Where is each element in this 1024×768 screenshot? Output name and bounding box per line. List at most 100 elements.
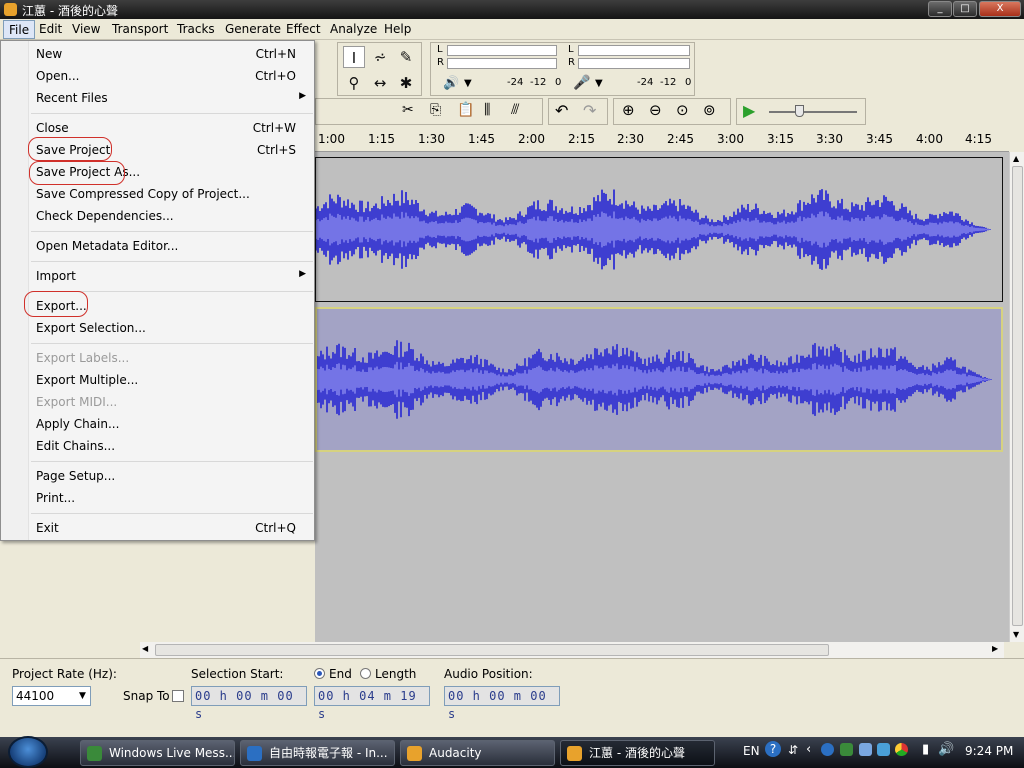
fit-selection-icon[interactable]: ⊙ [676,101,689,119]
play-meter-dropdown-icon[interactable]: ▼ [464,78,472,89]
menu-file[interactable]: File [3,20,36,39]
play-meter-right[interactable] [447,58,557,69]
menu-new[interactable]: New Ctrl+N [36,47,296,61]
timeline-ruler[interactable]: 1:00 1:15 1:30 1:45 2:00 2:15 2:30 2:45 … [315,126,1009,152]
selection-start-field[interactable]: 00 h 00 m 00 s [191,686,307,721]
menu-print[interactable]: Print... [36,491,75,505]
menu-view[interactable]: View [67,20,105,39]
envelope-tool-icon[interactable]: ⩫ [369,46,391,68]
menu-transport[interactable]: Transport [107,20,173,39]
menu-analyze[interactable]: Analyze [325,20,382,39]
tray-toggle-icon[interactable]: ⇵ [788,743,798,757]
rec-scale-0: 0 [685,77,692,88]
menu-recent-files[interactable]: Recent Files ▶ [36,91,306,105]
audio-track-right[interactable] [315,307,1003,452]
menu-export-multiple[interactable]: Export Multiple... [36,373,138,387]
menu-generate[interactable]: Generate [220,20,286,39]
clock[interactable]: 9:24 PM [965,744,1013,758]
paste-icon[interactable]: 📋 [457,102,474,118]
battery-icon[interactable]: ▮ [922,742,929,757]
horizontal-scroll-thumb[interactable] [155,644,829,656]
cut-icon[interactable]: ✂ [402,102,414,118]
project-rate-select[interactable]: 44100 ▼ [12,686,91,706]
end-radio-group: End [314,667,352,681]
ruler-tick: 3:15 [767,132,794,146]
maximize-button[interactable]: □ [953,1,977,17]
play-meter-left[interactable] [447,45,557,56]
display-icon[interactable] [877,743,890,756]
menu-import[interactable]: Import ▶ [36,269,306,283]
menu-open[interactable]: Open... Ctrl+O [36,69,296,83]
taskbar-item-audacity[interactable]: Audacity [400,740,555,766]
menu-save-compressed-copy[interactable]: Save Compressed Copy of Project... [36,187,250,201]
scroll-down-icon[interactable]: ▼ [1013,630,1019,639]
taskbar-item-project[interactable]: 江蕙 - 酒後的心聲 [560,740,715,766]
undo-icon[interactable]: ↶ [555,101,568,120]
selection-end-field[interactable]: 00 h 04 m 19 s [314,686,430,721]
menu-open-metadata-editor[interactable]: Open Metadata Editor... [36,239,178,253]
network-icon[interactable] [859,743,872,756]
end-radio[interactable] [314,668,325,679]
microphone-icon[interactable]: 🎤 [573,75,590,91]
length-radio[interactable] [360,668,371,679]
taskbar-item-browser[interactable]: 自由時報電子報 - In... [240,740,395,766]
chevron-down-icon[interactable]: ▼ [79,691,86,701]
snap-to-checkbox[interactable] [172,690,184,702]
menu-effect[interactable]: Effect [281,20,326,39]
menu-page-setup[interactable]: Page Setup... [36,469,115,483]
internet-explorer-icon [247,746,262,761]
play-at-speed-icon[interactable]: ▶ [743,101,755,120]
volume-icon[interactable]: 🔊 [938,742,954,757]
speed-slider-track[interactable] [769,111,857,113]
zoom-tool-icon[interactable]: ⚲ [343,72,365,94]
scroll-right-icon[interactable]: ▶ [992,644,998,653]
selection-start-label: Selection Start: [191,667,284,681]
chrome-icon[interactable] [895,743,908,756]
language-indicator[interactable]: EN [743,744,760,758]
tray-app-icon[interactable] [821,743,834,756]
tray-expand-icon[interactable]: ‹ [806,742,811,757]
messenger-tray-icon[interactable] [840,743,853,756]
rec-scale-24: -24 [637,77,654,88]
trim-icon[interactable]: ⫼ [484,102,490,118]
vertical-scroll-thumb[interactable] [1012,166,1023,626]
silence-icon[interactable]: ⫻ [511,102,519,118]
audio-position-field[interactable]: 00 h 00 m 00 s [444,686,560,721]
vertical-scrollbar[interactable]: ▲ ▼ [1009,152,1024,642]
fit-project-icon[interactable]: ⊚ [703,101,716,119]
speaker-icon[interactable]: 🔊 [443,76,459,91]
scroll-up-icon[interactable]: ▲ [1013,154,1019,163]
audio-track-left[interactable] [315,157,1003,302]
menu-tracks[interactable]: Tracks [172,20,220,39]
minimize-button[interactable]: _ [928,1,952,17]
redo-icon[interactable]: ↷ [583,101,596,120]
zoom-out-icon[interactable]: ⊖ [649,101,662,119]
menu-exit[interactable]: Exit Ctrl+Q [36,521,296,535]
menu-help[interactable]: Help [379,20,416,39]
menu-apply-chain[interactable]: Apply Chain... [36,417,119,431]
menu-close[interactable]: Close Ctrl+W [36,121,296,135]
zoom-in-icon[interactable]: ⊕ [622,101,635,119]
start-button[interactable] [8,736,48,768]
taskbar-item-messenger[interactable]: Windows Live Mess... [80,740,235,766]
scroll-left-icon[interactable]: ◀ [142,644,148,653]
menu-edit-chains[interactable]: Edit Chains... [36,439,115,453]
rec-meter-right[interactable] [578,58,690,69]
rec-meter-dropdown-icon[interactable]: ▼ [595,78,603,89]
horizontal-scrollbar[interactable]: ◀ ▶ [140,642,1004,658]
rec-meter-left[interactable] [578,45,690,56]
menu-check-dependencies[interactable]: Check Dependencies... [36,209,174,223]
track-area[interactable] [315,152,1009,642]
timeshift-tool-icon[interactable]: ↔ [369,72,391,94]
waveform-right[interactable] [317,309,993,450]
multi-tool-icon[interactable]: ✱ [395,72,417,94]
menu-edit[interactable]: Edit [34,20,67,39]
selection-tool-icon[interactable]: I [343,46,365,68]
close-button[interactable]: X [979,1,1021,17]
speed-slider-thumb[interactable] [795,105,804,117]
help-icon[interactable]: ? [765,741,781,757]
waveform-left[interactable] [316,158,992,301]
menu-export-selection[interactable]: Export Selection... [36,321,146,335]
draw-tool-icon[interactable]: ✎ [395,46,417,68]
copy-icon[interactable]: ⎘ [430,102,441,118]
